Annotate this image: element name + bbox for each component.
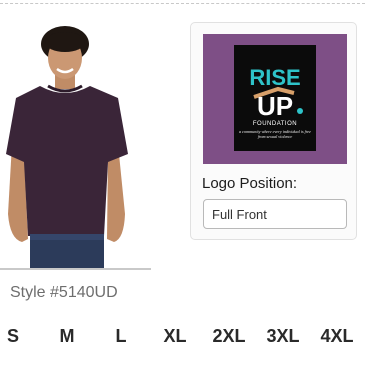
logo-rise-text: RISE xyxy=(249,65,300,90)
logo-image: RISE UP FOUNDATION a community where eve… xyxy=(234,45,316,151)
logo-position-label: Logo Position: xyxy=(202,175,298,192)
size-selector: S M L XL 2XL 3XL 4XL xyxy=(0,326,365,354)
size-option-4xl[interactable]: 4XL xyxy=(315,326,359,347)
logo-preview[interactable]: RISE UP FOUNDATION a community where eve… xyxy=(203,34,347,164)
logo-up-text: UP xyxy=(257,91,293,121)
logo-position-field[interactable] xyxy=(203,199,347,229)
style-number: Style #5140UD xyxy=(10,284,118,301)
model-photo xyxy=(6,26,128,270)
logo-foundation-text: FOUNDATION xyxy=(253,121,297,127)
logo-panel: RISE UP FOUNDATION a community where eve… xyxy=(190,22,357,240)
top-divider xyxy=(0,3,365,4)
size-option-3xl[interactable]: 3XL xyxy=(261,326,305,347)
logo-tagline: a community where every individual is fr… xyxy=(238,129,312,139)
size-option-l[interactable]: L xyxy=(99,326,143,347)
size-option-xl[interactable]: XL xyxy=(153,326,197,347)
size-option-s[interactable]: S xyxy=(0,326,35,347)
image-divider xyxy=(0,268,151,270)
size-option-m[interactable]: M xyxy=(45,326,89,347)
product-image xyxy=(0,14,150,270)
size-option-2xl[interactable]: 2XL xyxy=(207,326,251,347)
